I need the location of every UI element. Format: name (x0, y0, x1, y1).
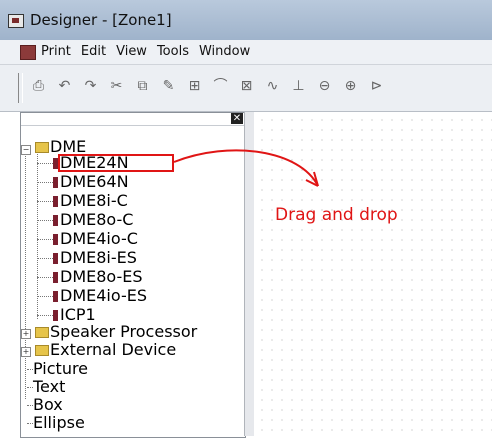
drag-drop-label: Drag and drop (275, 205, 398, 225)
drag-arrow (173, 149, 319, 187)
